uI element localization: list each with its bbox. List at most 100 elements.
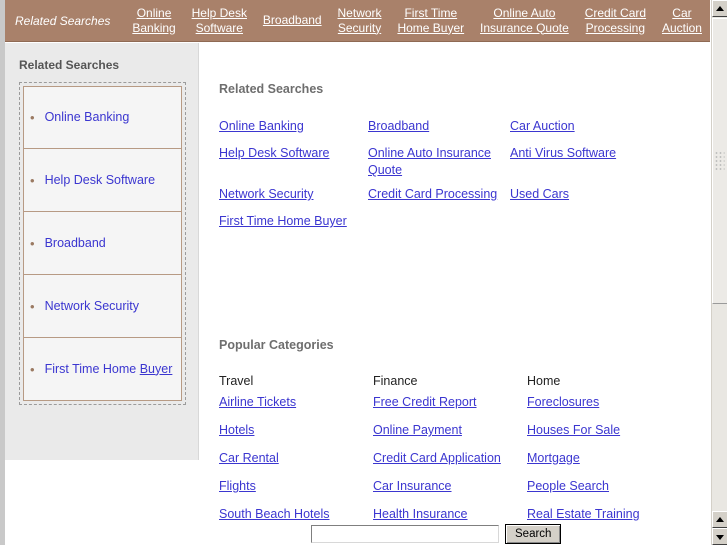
- category-heading-home: Home: [527, 374, 561, 388]
- search-input[interactable]: [311, 525, 499, 543]
- nav-link-first-time-home-buyer[interactable]: First Time Home Buyer: [395, 6, 466, 36]
- category-item: Free Credit Report: [373, 394, 501, 411]
- top-navigation-bar: Related Searches Online Banking Help Des…: [5, 0, 710, 42]
- related-search-link-credit-card-processing[interactable]: Credit Card Processing: [368, 187, 497, 201]
- popular-category-column-finance: Finance Free Credit Report Online Paymen…: [373, 374, 501, 534]
- search-form: Search: [311, 524, 562, 544]
- sidebar: Related Searches • Online Banking • Help…: [5, 43, 199, 460]
- related-searches-heading: Related Searches: [219, 82, 324, 96]
- bullet-icon: •: [30, 172, 35, 188]
- nav-link-help-desk-software[interactable]: Help Desk Software: [190, 6, 249, 36]
- category-link-online-payment[interactable]: Online Payment: [373, 423, 462, 437]
- nav-link-broadband[interactable]: Broadband: [261, 13, 324, 28]
- related-search-cell: Online Auto Insurance Quote: [368, 145, 510, 186]
- category-link-credit-card-application[interactable]: Credit Card Application: [373, 451, 501, 465]
- main-content: Related Searches Online Banking Help Des…: [219, 82, 689, 534]
- nav-link-online-banking[interactable]: Online Banking: [130, 6, 177, 36]
- popular-categories-grid: Travel Airline Tickets Hotels Car Rental…: [219, 374, 689, 534]
- navbar-links: Online Banking Help Desk Software Broadb…: [124, 6, 710, 36]
- sidebar-item-label: Network Security: [44, 298, 140, 313]
- popular-category-column-travel: Travel Airline Tickets Hotels Car Rental…: [219, 374, 330, 534]
- category-item: Mortgage: [527, 450, 640, 467]
- search-button[interactable]: Search: [505, 524, 562, 544]
- category-item: Airline Tickets: [219, 394, 330, 411]
- category-link-houses-for-sale[interactable]: Houses For Sale: [527, 423, 620, 437]
- category-item: Health Insurance: [373, 506, 501, 523]
- category-link-car-rental[interactable]: Car Rental: [219, 451, 279, 465]
- popular-category-column-home: Home Foreclosures Houses For Sale Mortga…: [527, 374, 640, 534]
- sidebar-item-label: Help Desk Software: [44, 172, 156, 187]
- related-search-cell: First Time Home Buyer: [219, 213, 367, 240]
- category-link-real-estate-training[interactable]: Real Estate Training: [527, 507, 640, 521]
- nav-link-car-auction[interactable]: Car Auction: [660, 6, 704, 36]
- scrollbar-thumb[interactable]: [712, 18, 727, 304]
- related-search-link-first-time-home-buyer[interactable]: First Time Home Buyer: [219, 214, 347, 228]
- related-search-link-broadband[interactable]: Broadband: [368, 119, 429, 133]
- related-search-cell: Network Security: [219, 186, 367, 213]
- category-heading-finance: Finance: [373, 374, 418, 388]
- related-searches-column-2: Broadband Online Auto Insurance Quote Cr…: [368, 118, 510, 213]
- category-item: Car Insurance: [373, 478, 501, 495]
- sidebar-item-first-time-home-buyer[interactable]: • First Time Home Buyer: [23, 338, 182, 401]
- related-searches-grid: Online Banking Help Desk Software Networ…: [219, 118, 689, 278]
- bullet-icon: •: [30, 235, 35, 251]
- category-item: Flights: [219, 478, 330, 495]
- category-item: Credit Card Application: [373, 450, 501, 467]
- scrollbar-down-button[interactable]: [712, 528, 727, 545]
- sidebar-item-list: • Online Banking • Help Desk Software • …: [19, 82, 186, 405]
- category-link-free-credit-report[interactable]: Free Credit Report: [373, 395, 477, 409]
- related-searches-column-3: Car Auction Anti Virus Software Used Car…: [510, 118, 690, 213]
- scrollbar-up-button[interactable]: [712, 0, 727, 17]
- related-searches-column-1: Online Banking Help Desk Software Networ…: [219, 118, 367, 240]
- related-search-link-online-banking[interactable]: Online Banking: [219, 119, 304, 133]
- sidebar-item-label: Broadband: [44, 235, 106, 250]
- sidebar-item-label: First Time Home Buyer: [45, 362, 173, 377]
- related-search-link-network-security[interactable]: Network Security: [219, 187, 313, 201]
- category-link-flights[interactable]: Flights: [219, 479, 256, 493]
- sidebar-item-online-banking[interactable]: • Online Banking: [23, 86, 182, 149]
- nav-link-credit-card-processing[interactable]: Credit Card Processing: [583, 6, 648, 36]
- category-heading-travel: Travel: [219, 374, 254, 388]
- related-search-cell: Anti Virus Software: [510, 145, 690, 186]
- sidebar-item-broadband[interactable]: • Broadband: [23, 212, 182, 275]
- sidebar-item-label: Online Banking: [44, 110, 130, 124]
- related-search-link-anti-virus-software[interactable]: Anti Virus Software: [510, 146, 616, 160]
- category-link-hotels[interactable]: Hotels: [219, 423, 254, 437]
- related-search-link-online-auto-insurance-quote[interactable]: Online Auto Insurance Quote: [368, 146, 491, 177]
- chevron-up-icon: [716, 516, 724, 522]
- category-link-south-beach-hotels[interactable]: South Beach Hotels: [219, 507, 330, 521]
- nav-link-online-auto-insurance-quote[interactable]: Online Auto Insurance Quote: [478, 6, 571, 36]
- sidebar-item-network-security[interactable]: • Network Security: [23, 275, 182, 338]
- related-search-cell: Help Desk Software: [219, 145, 367, 186]
- sidebar-item-label-underlined: Buyer: [139, 361, 173, 376]
- category-item: People Search: [527, 478, 640, 495]
- bullet-icon: •: [30, 361, 35, 377]
- browser-viewport: Related Searches Online Banking Help Des…: [0, 0, 710, 545]
- category-link-airline-tickets[interactable]: Airline Tickets: [219, 395, 296, 409]
- related-search-cell: Used Cars: [510, 186, 690, 213]
- category-link-car-insurance[interactable]: Car Insurance: [373, 479, 452, 493]
- sidebar-item-help-desk-software[interactable]: • Help Desk Software: [23, 149, 182, 212]
- chevron-down-icon: [716, 534, 724, 540]
- category-link-people-search[interactable]: People Search: [527, 479, 609, 493]
- category-link-mortgage[interactable]: Mortgage: [527, 451, 580, 465]
- related-search-link-car-auction[interactable]: Car Auction: [510, 119, 575, 133]
- related-search-link-used-cars[interactable]: Used Cars: [510, 187, 569, 201]
- category-item: South Beach Hotels: [219, 506, 330, 523]
- scrollbar-up-button-lower[interactable]: [712, 511, 727, 528]
- bullet-icon: •: [30, 298, 35, 314]
- vertical-scrollbar[interactable]: [710, 0, 727, 545]
- related-search-link-help-desk-software[interactable]: Help Desk Software: [219, 146, 329, 160]
- related-search-cell: Broadband: [368, 118, 510, 145]
- category-link-foreclosures[interactable]: Foreclosures: [527, 395, 599, 409]
- nav-link-network-security[interactable]: Network Security: [336, 6, 384, 36]
- related-search-cell: Credit Card Processing: [368, 186, 510, 213]
- category-link-health-insurance[interactable]: Health Insurance: [373, 507, 468, 521]
- scrollbar-grip-icon: [715, 152, 725, 170]
- category-item: Real Estate Training: [527, 506, 640, 523]
- category-item: Online Payment: [373, 422, 501, 439]
- related-search-cell: Online Banking: [219, 118, 367, 145]
- category-item: Hotels: [219, 422, 330, 439]
- category-item: Car Rental: [219, 450, 330, 467]
- category-item: Foreclosures: [527, 394, 640, 411]
